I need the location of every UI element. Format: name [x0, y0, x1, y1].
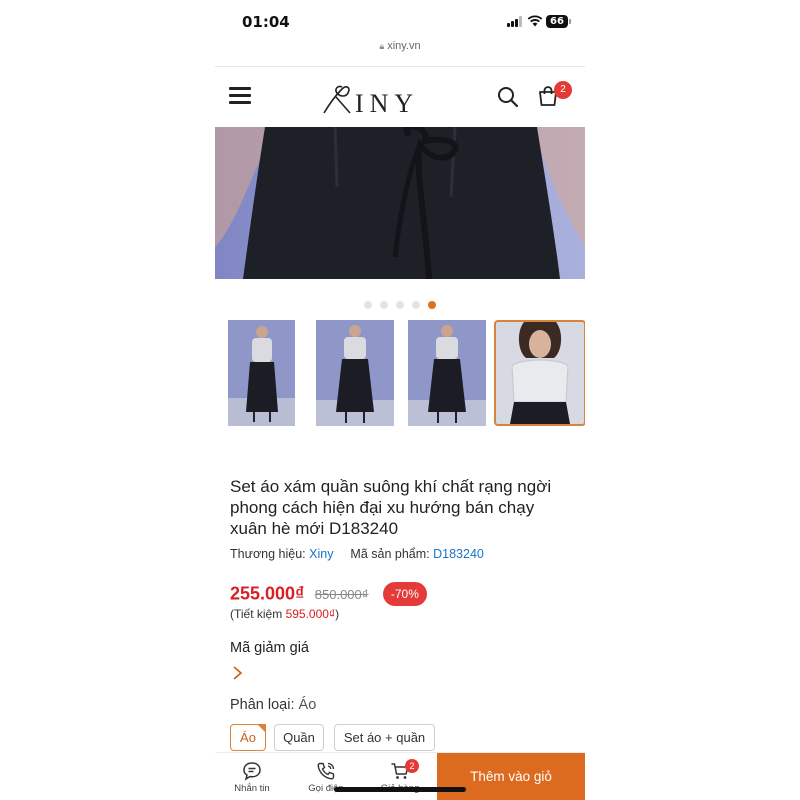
product-title: Set áo xám quần suông khí chất rạng ngời… [230, 477, 552, 538]
site-header: INY 2 [215, 67, 585, 127]
variant-option-label: Quần [283, 730, 315, 745]
variant-option-quan[interactable]: Quần [274, 724, 324, 751]
thumbnail-image [408, 320, 486, 426]
sku-label: Mã sản phẩm: [350, 547, 430, 561]
menu-icon[interactable] [229, 87, 251, 104]
thumbnail-4-selected[interactable] [494, 320, 585, 426]
gallery-dot[interactable] [380, 301, 388, 309]
sku-value[interactable]: D183240 [433, 547, 484, 561]
thumbnail-1[interactable] [228, 320, 295, 426]
variant-label: Phân loại: Áo [230, 697, 316, 713]
status-time: 01:04 [242, 13, 290, 31]
add-to-cart-button[interactable]: Thêm vào giỏ [437, 753, 585, 800]
lock-icon: 🔒︎ [379, 41, 385, 51]
product-meta: Thương hiệu: Xiny Mã sản phẩm: D183240 [230, 547, 484, 561]
price-row: 255.000₫ 850.000₫ -70% [230, 582, 427, 606]
savings-amount: 595.000₫ [285, 607, 336, 621]
status-bar: 01:04 66 [215, 0, 585, 40]
logo-text: INY [355, 89, 420, 118]
savings-prefix: (Tiết kiệm [230, 607, 286, 621]
thumbnail-image [496, 322, 584, 424]
original-price: 850.000₫ [314, 586, 369, 602]
thumbnail-strip [215, 320, 585, 428]
search-icon[interactable] [497, 86, 519, 108]
variant-selected-value: Áo [298, 697, 317, 713]
chat-label: Nhắn tin [234, 783, 270, 794]
chat-icon [243, 762, 261, 781]
brand-link[interactable]: Xiny [309, 547, 333, 561]
product-photo [215, 127, 585, 279]
variant-option-ao[interactable]: Áo [230, 724, 266, 751]
sale-price: 255.000₫ [230, 583, 305, 604]
battery-tip [569, 19, 571, 24]
gallery-dot-active[interactable] [428, 301, 436, 309]
gallery-dot[interactable] [364, 301, 372, 309]
gallery-dot[interactable] [412, 301, 420, 309]
thumbnail-3[interactable] [408, 320, 486, 426]
url-text: xiny.vn [387, 40, 421, 52]
variant-option-label: Set áo + quần [343, 730, 426, 745]
variant-label-text: Phân loại: [230, 697, 295, 713]
cart-nav-button[interactable]: 2 Giỏ hàng [363, 753, 437, 800]
variant-option-set[interactable]: Set áo + quần [334, 724, 435, 751]
product-main-image[interactable] [215, 127, 585, 279]
cart-nav-badge: 2 [405, 759, 419, 773]
thumbnail-image [228, 320, 295, 426]
cart-count-badge[interactable]: 2 [554, 81, 572, 99]
brand-label: Thương hiệu: [230, 547, 306, 561]
variant-option-label: Áo [240, 730, 256, 745]
selected-check-icon [257, 724, 266, 733]
gallery-dot[interactable] [396, 301, 404, 309]
savings-suffix: ) [335, 607, 340, 621]
phone-icon [317, 762, 335, 780]
xiny-logo[interactable]: INY [320, 79, 440, 119]
savings-text: (Tiết kiệm 595.000₫) [230, 607, 339, 621]
chevron-right-icon[interactable] [230, 665, 244, 681]
bottom-action-bar: Nhắn tin Gọi điện 2 Giỏ hàng Thêm vào gi… [215, 752, 585, 800]
chat-button[interactable]: Nhắn tin [215, 753, 289, 800]
coupon-label: Mã giảm giá [230, 640, 309, 656]
call-button[interactable]: Gọi điện [289, 753, 363, 800]
signal-icon [507, 16, 523, 27]
wifi-icon [527, 15, 543, 27]
battery-icon: 66 [546, 15, 568, 28]
discount-badge: -70% [382, 582, 427, 606]
heart-x-logo-mark [323, 85, 351, 114]
thumbnail-image [316, 320, 394, 426]
url-bar[interactable]: 🔒︎ xiny.vn [215, 40, 585, 64]
thumbnail-2[interactable] [316, 320, 394, 426]
home-indicator[interactable] [334, 787, 466, 792]
phone-screen: 01:04 66 🔒︎ xiny.vn INY 2 Set áo xám quầ… [215, 0, 585, 800]
gallery-dots [215, 296, 585, 309]
